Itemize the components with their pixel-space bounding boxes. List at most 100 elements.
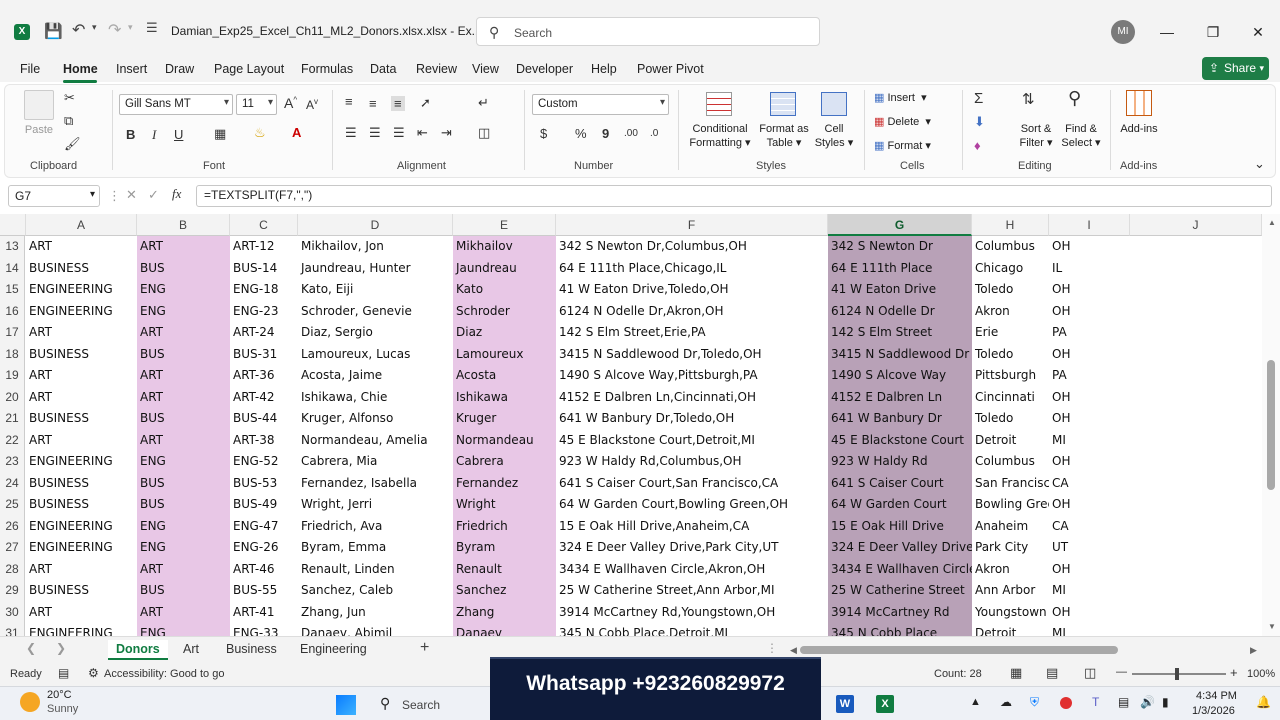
font-name-select[interactable]: Gill Sans MT ▾ xyxy=(119,94,233,115)
zoom-level[interactable]: 100% xyxy=(1247,668,1275,680)
cell-c[interactable]: BUS-14 xyxy=(230,258,298,280)
cell-h[interactable]: Cincinnati xyxy=(972,387,1049,409)
enter-icon[interactable]: ✓ xyxy=(148,187,159,203)
cell-j[interactable] xyxy=(1130,494,1262,516)
cell-d[interactable]: Mikhailov, Jon xyxy=(298,236,453,258)
cell-i[interactable]: PA xyxy=(1049,365,1130,387)
cell-i[interactable]: OH xyxy=(1049,344,1130,366)
row-number[interactable]: 22 xyxy=(0,429,25,451)
cell-e[interactable]: Normandeau xyxy=(453,429,556,451)
cell-a[interactable]: BUSINESS xyxy=(26,408,137,430)
cell-d[interactable]: Cabrera, Mia xyxy=(298,451,453,473)
cell-e[interactable]: Ishikawa xyxy=(453,386,556,408)
row-number[interactable]: 15 xyxy=(0,279,25,301)
row-number[interactable]: 21 xyxy=(0,408,25,430)
cancel-icon[interactable]: ✕ xyxy=(126,187,137,203)
security-icon[interactable]: ⛨ xyxy=(1030,695,1039,710)
cell-styles-button[interactable]: Cell Styles ▾ xyxy=(812,122,856,150)
notification-icon[interactable]: 🔔 xyxy=(1256,695,1271,709)
cell-j[interactable] xyxy=(1130,516,1262,538)
cell-g[interactable]: 3415 N Saddlewood Dr xyxy=(828,343,972,365)
cell-b[interactable]: BUS xyxy=(137,494,230,516)
scroll-left-icon[interactable]: ◀ xyxy=(790,645,797,656)
cell-b[interactable]: ENG xyxy=(137,537,230,559)
cell-g[interactable]: 25 W Catherine Street xyxy=(828,580,972,602)
cell-i[interactable]: OH xyxy=(1049,408,1130,430)
cell-j[interactable] xyxy=(1130,322,1262,344)
tab-insert[interactable]: Insert xyxy=(116,62,147,76)
cell-e[interactable]: Kato xyxy=(453,279,556,301)
cell-d[interactable]: Fernandez, Isabella xyxy=(298,473,453,495)
cell-h[interactable]: Pittsburgh xyxy=(972,365,1049,387)
cell-a[interactable]: ART xyxy=(26,602,137,624)
align-bottom-icon[interactable]: ≡ xyxy=(391,96,405,111)
cell-a[interactable]: ENGINEERING xyxy=(26,516,137,538)
align-left-icon[interactable]: ☰ xyxy=(345,125,357,141)
cell-e[interactable]: Zhang xyxy=(453,601,556,623)
orientation-icon[interactable]: ➚ xyxy=(420,95,431,111)
scroll-right-icon[interactable]: ▶ xyxy=(1250,645,1257,656)
align-right-icon[interactable]: ☰ xyxy=(393,125,405,141)
cell-d[interactable]: Ishikawa, Chie xyxy=(298,387,453,409)
collapse-ribbon-icon[interactable]: ⌄ xyxy=(1254,156,1265,172)
cell-e[interactable]: Wright xyxy=(453,494,556,516)
add-ins-button[interactable]: Add-ins xyxy=(1116,122,1162,136)
scroll-up-icon[interactable]: ▲ xyxy=(1268,218,1276,227)
row-number[interactable]: 18 xyxy=(0,343,25,365)
cell-b[interactable]: ENG xyxy=(137,300,230,322)
column-header-i[interactable]: I xyxy=(1049,214,1130,236)
cell-c[interactable]: ART-36 xyxy=(230,365,298,387)
row-number[interactable]: 23 xyxy=(0,451,25,473)
network-icon[interactable]: ▤ xyxy=(1118,695,1129,709)
cell-c[interactable]: BUS-55 xyxy=(230,580,298,602)
sort-filter-icon[interactable]: ⇅ xyxy=(1022,90,1035,108)
cell-d[interactable]: Wright, Jerri xyxy=(298,494,453,516)
cell-b[interactable]: BUS xyxy=(137,472,230,494)
cell-a[interactable]: ENGINEERING xyxy=(26,537,137,559)
cell-c[interactable]: BUS-49 xyxy=(230,494,298,516)
cell-b[interactable]: ART xyxy=(137,429,230,451)
vertical-scrollbar[interactable]: ▲ ▼ xyxy=(1262,214,1280,638)
cell-f[interactable]: 3914 McCartney Rd,Youngstown,OH xyxy=(556,602,828,624)
tab-review[interactable]: Review xyxy=(416,62,457,76)
vertical-scroll-thumb[interactable] xyxy=(1267,360,1275,490)
cell-a[interactable]: ENGINEERING xyxy=(26,279,137,301)
increase-decimal-icon[interactable]: .00 xyxy=(624,128,638,139)
cell-g[interactable]: 41 W Eaton Drive xyxy=(828,279,972,301)
autosum-icon[interactable]: Σ xyxy=(974,90,983,107)
tab-formulas[interactable]: Formulas xyxy=(301,62,353,76)
cell-e[interactable]: Renault xyxy=(453,558,556,580)
cell-j[interactable] xyxy=(1130,580,1262,602)
page-layout-view-icon[interactable]: ▤ xyxy=(1046,665,1058,681)
cell-b[interactable]: ART xyxy=(137,386,230,408)
word-app-icon[interactable]: W xyxy=(836,695,854,713)
cell-j[interactable] xyxy=(1130,387,1262,409)
cell-h[interactable]: Akron xyxy=(972,559,1049,581)
clock-time[interactable]: 4:34 PM xyxy=(1196,690,1237,702)
cell-c[interactable]: ART-46 xyxy=(230,559,298,581)
cell-a[interactable]: ENGINEERING xyxy=(26,451,137,473)
cell-g[interactable]: 142 S Elm Street xyxy=(828,322,972,344)
cell-g[interactable]: 15 E Oak Hill Drive xyxy=(828,515,972,537)
cell-f[interactable]: 6124 N Odelle Dr,Akron,OH xyxy=(556,301,828,323)
cell-f[interactable]: 1490 S Alcove Way,Pittsburgh,PA xyxy=(556,365,828,387)
cell-g[interactable]: 45 E Blackstone Court xyxy=(828,429,972,451)
cell-j[interactable] xyxy=(1130,602,1262,624)
row-number[interactable]: 26 xyxy=(0,515,25,537)
cell-g[interactable]: 4152 E Dalbren Ln xyxy=(828,386,972,408)
row-number[interactable]: 19 xyxy=(0,365,25,387)
cell-j[interactable] xyxy=(1130,301,1262,323)
cell-j[interactable] xyxy=(1130,430,1262,452)
tab-file[interactable]: File xyxy=(20,62,40,76)
cell-f[interactable]: 641 S Caiser Court,San Francisco,CA xyxy=(556,473,828,495)
cell-j[interactable] xyxy=(1130,473,1262,495)
cell-d[interactable]: Diaz, Sergio xyxy=(298,322,453,344)
cell-a[interactable]: BUSINESS xyxy=(26,494,137,516)
cell-b[interactable]: ART xyxy=(137,601,230,623)
align-middle-icon[interactable]: ≡ xyxy=(369,96,377,111)
tab-draw[interactable]: Draw xyxy=(165,62,194,76)
insert-cells-button[interactable]: ▦ Insert ▾ xyxy=(874,91,927,105)
battery-icon[interactable]: ▮ xyxy=(1162,695,1169,709)
italic-icon[interactable]: I xyxy=(152,127,156,143)
cell-f[interactable]: 45 E Blackstone Court,Detroit,MI xyxy=(556,430,828,452)
